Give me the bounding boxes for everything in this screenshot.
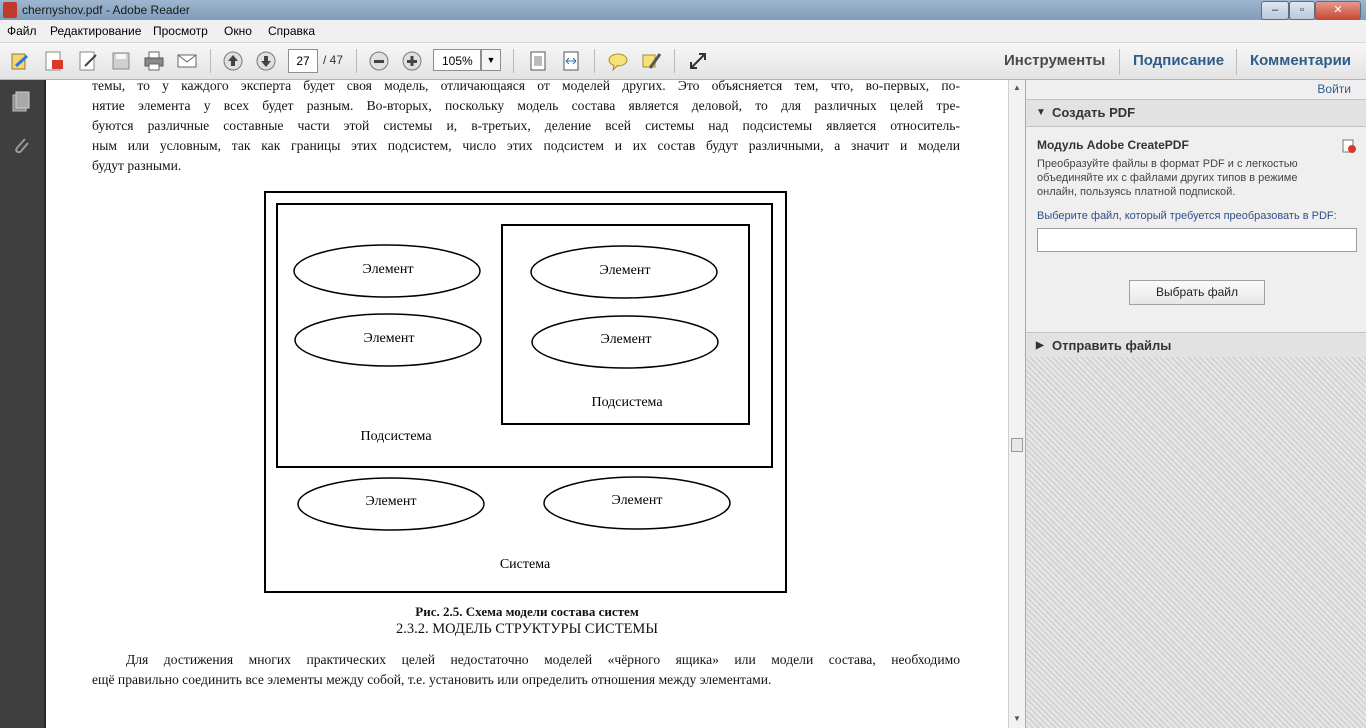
section-title: Создать PDF <box>1052 105 1136 120</box>
menu-bar: Файл Редактирование Просмотр Окно Справк… <box>0 20 1366 43</box>
section-heading: 2.3.2. МОДЕЛЬ СТРУКТУРЫ СИСТЕМЫ <box>396 621 658 637</box>
minimize-button[interactable]: – <box>1261 1 1289 20</box>
choose-file-button[interactable]: Выбрать файл <box>1129 280 1265 305</box>
tab-sign[interactable]: Подписание <box>1133 52 1224 69</box>
navigation-pane <box>0 80 46 728</box>
description-line: Преобразуйте файлы в формат PDF и с легк… <box>1037 158 1298 170</box>
element-label: Элемент <box>363 262 414 277</box>
highlight-icon[interactable] <box>639 49 663 73</box>
pdf-app-icon <box>3 2 17 18</box>
previous-page-icon[interactable] <box>221 49 245 73</box>
close-button[interactable]: ✕ <box>1315 1 1361 20</box>
open-file-icon[interactable] <box>8 49 32 73</box>
description-line: онлайн, пользуясь платной подпиской. <box>1037 186 1236 198</box>
file-path-input[interactable] <box>1037 228 1357 252</box>
fit-width-icon[interactable] <box>559 49 583 73</box>
fit-page-icon[interactable] <box>526 49 550 73</box>
title-bar: chernyshov.pdf - Adobe Reader – ▫ ✕ <box>0 0 1366 20</box>
expand-icon[interactable] <box>686 49 710 73</box>
save-icon[interactable] <box>109 49 133 73</box>
comment-icon[interactable] <box>606 49 630 73</box>
element-label: Элемент <box>600 263 651 278</box>
create-pdf-icon[interactable] <box>42 49 66 73</box>
element-label: Элемент <box>366 494 417 509</box>
create-pdf-icon <box>1342 139 1356 153</box>
sign-in-link[interactable]: Войти <box>1317 82 1351 96</box>
subsystem-box-outer <box>276 203 773 468</box>
document-page: темы, то у каждого эксперта будет своя м… <box>46 80 1008 728</box>
page-number-input[interactable]: 27 <box>288 49 318 73</box>
description-line: объединяйте их с файлами других типов в … <box>1037 172 1298 184</box>
email-icon[interactable] <box>175 49 199 73</box>
tools-panel: Войти ▼ Создать PDF Модуль Adobe CreateP… <box>1025 80 1366 728</box>
module-title: Модуль Adobe CreatePDF <box>1037 138 1189 152</box>
element-label: Элемент <box>601 332 652 347</box>
next-page-icon[interactable] <box>254 49 278 73</box>
system-label: Система <box>500 557 551 572</box>
expand-arrow-icon: ▶ <box>1036 340 1044 351</box>
scroll-down-icon[interactable]: ▼ <box>1013 714 1021 723</box>
system-box <box>264 191 787 593</box>
maximize-button[interactable]: ▫ <box>1289 1 1315 20</box>
menu-edit[interactable]: Редактирование <box>50 24 141 38</box>
attachments-icon[interactable] <box>10 134 32 156</box>
text-line: Для достижения многих практических целей… <box>126 652 960 667</box>
subsystem-label: Подсистема <box>360 429 432 444</box>
menu-view[interactable]: Просмотр <box>153 24 208 38</box>
collapse-arrow-icon: ▼ <box>1036 107 1046 118</box>
edit-document-icon[interactable] <box>76 49 100 73</box>
toolbar: 27 / 47 105% ▼ Инструменты Подписание Ко… <box>0 43 1366 80</box>
choose-file-prompt: Выберите файл, который требуется преобра… <box>1037 210 1337 222</box>
page-thumbnails-icon[interactable] <box>10 90 32 112</box>
element-label: Элемент <box>612 493 663 508</box>
scrollbar-thumb[interactable] <box>1011 438 1023 452</box>
zoom-in-icon[interactable] <box>400 49 424 73</box>
page-total: / 47 <box>323 53 344 67</box>
window-title: chernyshov.pdf - Adobe Reader <box>22 3 190 17</box>
body-paragraph: Для достижения многих практических целей… <box>92 650 960 690</box>
element-label: Элемент <box>364 331 415 346</box>
module-description: Преобразуйте файлы в формат PDF и с легк… <box>1037 157 1298 199</box>
scroll-up-icon[interactable]: ▲ <box>1013 83 1021 92</box>
print-icon[interactable] <box>142 49 166 73</box>
tab-tools[interactable]: Инструменты <box>1004 52 1105 69</box>
tab-comments[interactable]: Комментарии <box>1250 52 1351 69</box>
menu-window[interactable]: Окно <box>224 24 252 38</box>
menu-help[interactable]: Справка <box>268 24 315 38</box>
zoom-out-icon[interactable] <box>367 49 391 73</box>
empty-panel-area <box>1026 357 1366 728</box>
figure-caption: Рис. 2.5. Схема модели состава систем <box>415 604 639 619</box>
create-pdf-section-header[interactable]: ▼ Создать PDF <box>1026 99 1366 127</box>
send-files-section-header[interactable]: ▶ Отправить файлы <box>1026 332 1366 360</box>
vertical-scrollbar[interactable]: ▲ ▼ <box>1008 80 1026 728</box>
zoom-level-input[interactable]: 105% <box>433 49 481 71</box>
menu-file[interactable]: Файл <box>7 24 37 38</box>
text-line: ещё правильно соединить все элементы меж… <box>92 672 772 687</box>
section-title: Отправить файлы <box>1052 338 1172 353</box>
zoom-dropdown-icon[interactable]: ▼ <box>481 49 501 71</box>
subsystem-label: Подсистема <box>591 395 663 410</box>
